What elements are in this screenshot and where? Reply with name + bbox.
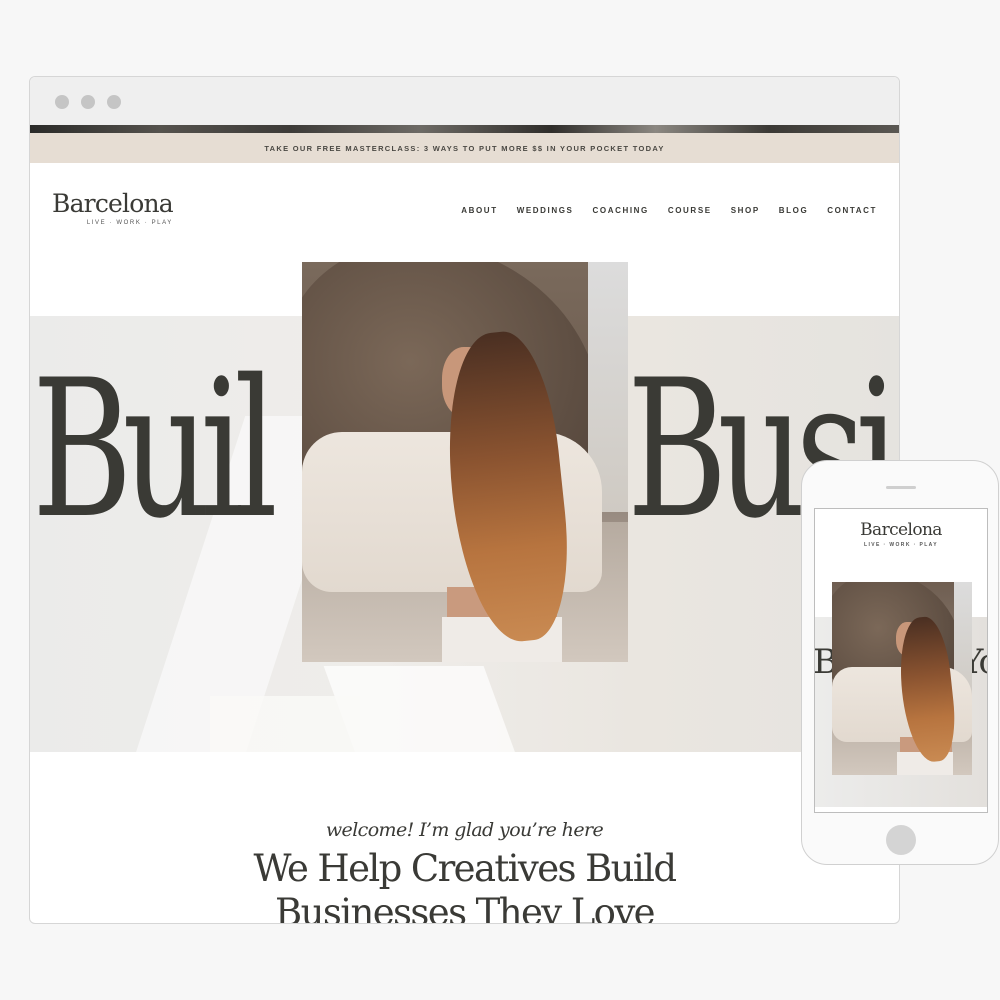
window-maximize-dot-icon[interactable]: [107, 95, 121, 109]
logo-tagline: LIVE · WORK · PLAY: [86, 220, 173, 226]
nav-coaching[interactable]: COACHING: [593, 206, 649, 215]
background-shard: [210, 696, 360, 752]
window-close-dot-icon[interactable]: [55, 95, 69, 109]
phone-home-button-icon[interactable]: [886, 825, 916, 855]
mobile-logo-tagline: LIVE · WORK · PLAY: [864, 542, 938, 548]
headline-line-2: Businesses They Love: [275, 891, 656, 924]
mobile-site-logo[interactable]: Barcelona LIVE · WORK · PLAY: [815, 520, 987, 548]
nav-shop[interactable]: SHOP: [731, 206, 760, 215]
site-header: Barcelona LIVE · WORK · PLAY ABOUT WEDDI…: [30, 163, 899, 253]
nav-course[interactable]: COURSE: [668, 206, 712, 215]
nav-weddings[interactable]: WEDDINGS: [517, 206, 574, 215]
announcement-bar[interactable]: TAKE OUR FREE MASTERCLASS: 3 WAYS TO PUT…: [30, 133, 899, 163]
nav-contact[interactable]: CONTACT: [827, 206, 877, 215]
headline-line-1: We Help Creatives Build: [253, 847, 677, 890]
window-minimize-dot-icon[interactable]: [81, 95, 95, 109]
nav-blog[interactable]: BLOG: [779, 206, 809, 215]
welcome-script-text: welcome! I’m glad you’re here: [325, 819, 604, 841]
main-nav: ABOUT WEDDINGS COACHING COURSE SHOP BLOG…: [461, 206, 877, 215]
mobile-hero-photo: [832, 582, 972, 775]
nav-about[interactable]: ABOUT: [461, 206, 497, 215]
logo-title: Barcelona: [52, 189, 174, 218]
hero-word-left: Buil: [32, 339, 278, 560]
mobile-logo-title: Barcelona: [860, 520, 942, 540]
phone-screen: Barcelona LIVE · WORK · PLAY B Yo: [814, 508, 988, 813]
hero-photo: [302, 262, 628, 662]
mobile-phone-mockup: Barcelona LIVE · WORK · PLAY B Yo: [801, 460, 999, 865]
intro-headline: We Help Creatives Build Businesses They …: [30, 847, 899, 924]
header-photo-strip: [30, 125, 899, 133]
phone-speaker-icon: [886, 486, 916, 489]
desktop-browser-mockup: TAKE OUR FREE MASTERCLASS: 3 WAYS TO PUT…: [29, 76, 900, 924]
site-logo[interactable]: Barcelona LIVE · WORK · PLAY: [52, 189, 174, 226]
browser-title-bar: [30, 77, 899, 125]
